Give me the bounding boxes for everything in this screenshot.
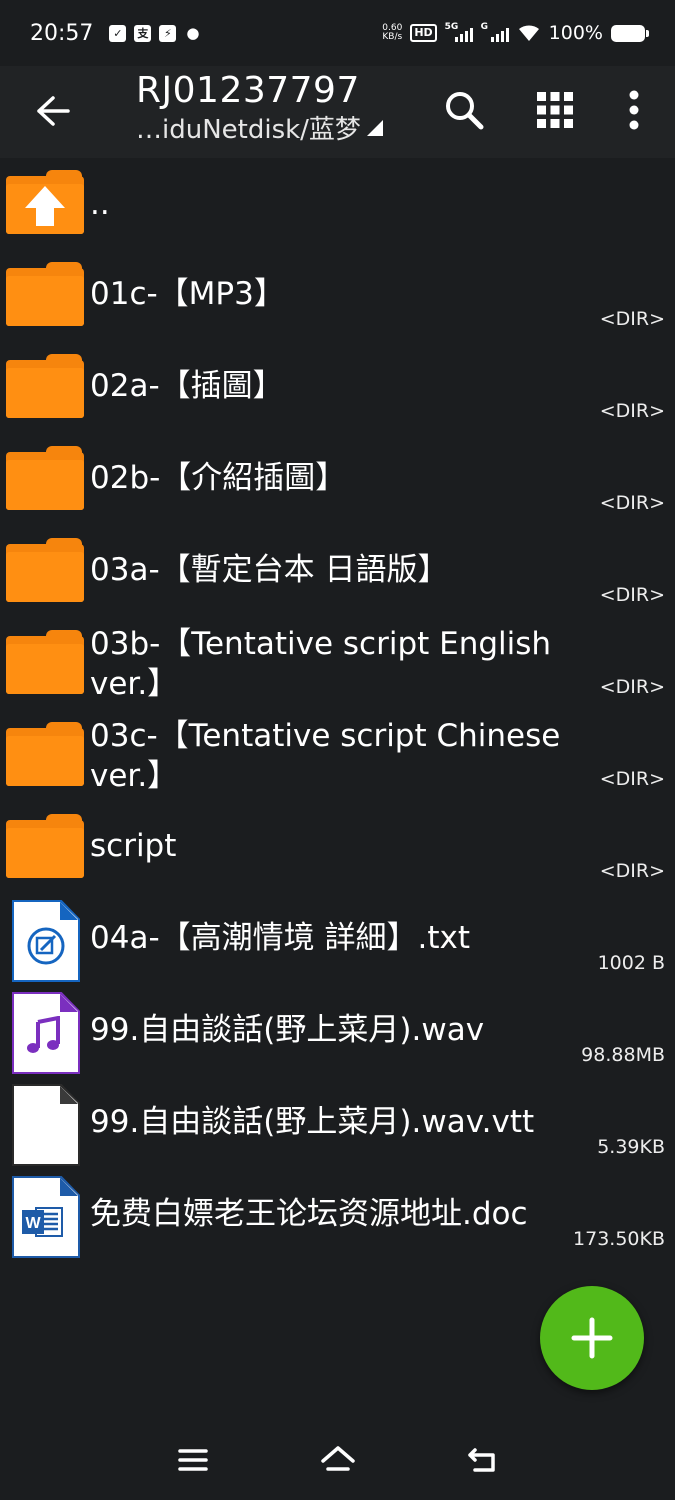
folder-title: RJ01237797 xyxy=(136,70,360,111)
signal-5g-icon: 5G xyxy=(444,22,473,42)
signal-g-icon: G xyxy=(480,22,509,42)
audio-file-icon xyxy=(6,992,86,1074)
list-item[interactable]: 01c-【MP3】 <DIR> xyxy=(0,250,675,342)
list-item[interactable]: 03c-【Tentative script Chinese ver.】 <DIR… xyxy=(0,710,675,802)
signal-5g-label: 5G xyxy=(444,22,459,32)
battery-percent: 100% xyxy=(548,22,603,44)
grid-view-icon xyxy=(537,92,573,128)
recents-button[interactable] xyxy=(163,1430,223,1490)
file-meta: <DIR> xyxy=(599,308,665,330)
system-navigation-bar xyxy=(0,1420,675,1500)
file-name: 02b-【介紹插圖】 xyxy=(90,460,347,496)
list-item[interactable]: 02a-【插圖】 <DIR> xyxy=(0,342,675,434)
list-item[interactable]: 02b-【介紹插圖】 <DIR> xyxy=(0,434,675,526)
file-meta: 1002 B xyxy=(597,952,665,974)
list-item[interactable]: script <DIR> xyxy=(0,802,675,894)
list-item[interactable]: 03b-【Tentative script English ver.】 <DIR… xyxy=(0,618,675,710)
file-meta: <DIR> xyxy=(599,676,665,698)
system-back-button[interactable] xyxy=(453,1430,513,1490)
clipboard-icon: ✓ xyxy=(109,24,127,42)
app-notification-icon: ⚡ xyxy=(159,24,177,42)
home-button[interactable] xyxy=(308,1430,368,1490)
status-right: 0.60 KB/s HD 5G G 100% xyxy=(382,22,649,44)
toolbar: RJ01237797 …iduNetdisk/蓝梦 xyxy=(0,66,675,158)
more-options-button[interactable] xyxy=(606,82,662,138)
file-name: 03a-【暫定台本 日語版】 xyxy=(90,552,449,588)
file-name: 03b-【Tentative script English ver.】 xyxy=(90,626,552,702)
search-button[interactable] xyxy=(436,82,492,138)
file-meta: 173.50KB xyxy=(573,1228,665,1250)
file-meta: <DIR> xyxy=(599,492,665,514)
list-item[interactable]: 03a-【暫定台本 日語版】 <DIR> xyxy=(0,526,675,618)
file-meta: <DIR> xyxy=(599,400,665,422)
file-name: 01c-【MP3】 xyxy=(90,276,285,312)
path-title-block[interactable]: RJ01237797 …iduNetdisk/蓝梦 xyxy=(136,70,385,146)
folder-icon xyxy=(6,538,86,608)
more-vert-icon xyxy=(629,90,639,130)
back-arrow-button[interactable] xyxy=(28,86,78,136)
file-meta: 98.88MB xyxy=(581,1044,665,1066)
grid-view-button[interactable] xyxy=(527,82,583,138)
file-name: 99.自由談話(野上菜月).wav.vtt xyxy=(90,1104,535,1140)
file-name: 02a-【插圖】 xyxy=(90,368,284,404)
network-speed: 0.60 KB/s xyxy=(382,24,402,42)
status-time: 20:57 xyxy=(30,20,94,46)
list-item[interactable]: W 免费白嫖老王论坛资源地址.doc 173.50KB xyxy=(0,1170,675,1262)
status-bar: 20:57 ✓ 支 ⚡ ● 0.60 KB/s HD 5G G 100% xyxy=(0,0,675,66)
file-list: .. 01c-【MP3】 <DIR> 02a-【插圖】 <DIR> 02b-【介… xyxy=(0,158,675,1262)
svg-text:W: W xyxy=(25,1215,41,1232)
path-subtitle: …iduNetdisk/蓝梦 xyxy=(136,115,361,145)
file-meta: 5.39KB xyxy=(597,1136,665,1158)
folder-icon xyxy=(6,814,86,884)
folder-icon xyxy=(6,354,86,424)
folder-icon xyxy=(6,262,86,332)
file-name: .. xyxy=(90,186,110,222)
list-item[interactable]: 04a-【高潮情境 詳細】.txt 1002 B xyxy=(0,894,675,986)
path-dropdown[interactable]: …iduNetdisk/蓝梦 xyxy=(136,109,385,146)
add-icon xyxy=(571,1317,613,1359)
blank-file-icon xyxy=(6,1084,86,1166)
file-name: 免费白嫖老王论坛资源地址.doc xyxy=(90,1196,528,1232)
signal-g-label: G xyxy=(480,22,489,32)
file-meta: <DIR> xyxy=(599,860,665,882)
wechat-icon: ● xyxy=(186,24,200,42)
file-name: 99.自由談話(野上菜月).wav xyxy=(90,1012,485,1048)
folder-icon xyxy=(6,630,86,700)
search-icon xyxy=(446,92,484,130)
wifi-icon xyxy=(518,25,539,41)
file-meta: <DIR> xyxy=(599,768,665,790)
list-item[interactable]: 99.自由談話(野上菜月).wav.vtt 5.39KB xyxy=(0,1078,675,1170)
list-item-parent[interactable]: .. xyxy=(0,158,675,250)
battery-icon xyxy=(611,24,649,42)
text-file-icon xyxy=(6,900,86,982)
hd-badge: HD xyxy=(410,24,437,42)
back-arrow-icon xyxy=(37,96,70,126)
folder-icon xyxy=(6,446,86,516)
status-left: 20:57 ✓ 支 ⚡ ● xyxy=(30,21,201,46)
folder-up-icon xyxy=(6,170,86,240)
folder-icon xyxy=(6,722,86,792)
network-speed-unit: KB/s xyxy=(382,32,403,42)
list-item[interactable]: 99.自由談話(野上菜月).wav 98.88MB xyxy=(0,986,675,1078)
file-name: script xyxy=(90,828,177,864)
word-file-icon: W xyxy=(6,1176,86,1258)
home-icon xyxy=(320,1446,355,1471)
file-name: 04a-【高潮情境 詳細】.txt xyxy=(90,920,470,956)
add-button[interactable] xyxy=(540,1286,644,1390)
alipay-icon: 支 xyxy=(134,24,152,42)
file-name: 03c-【Tentative script Chinese ver.】 xyxy=(90,718,561,794)
file-meta: <DIR> xyxy=(599,584,665,606)
notification-icons: ✓ 支 ⚡ ● xyxy=(109,24,201,42)
menu-icon xyxy=(177,1449,208,1471)
back-icon xyxy=(467,1448,495,1472)
dropdown-triangle-icon xyxy=(366,119,383,136)
